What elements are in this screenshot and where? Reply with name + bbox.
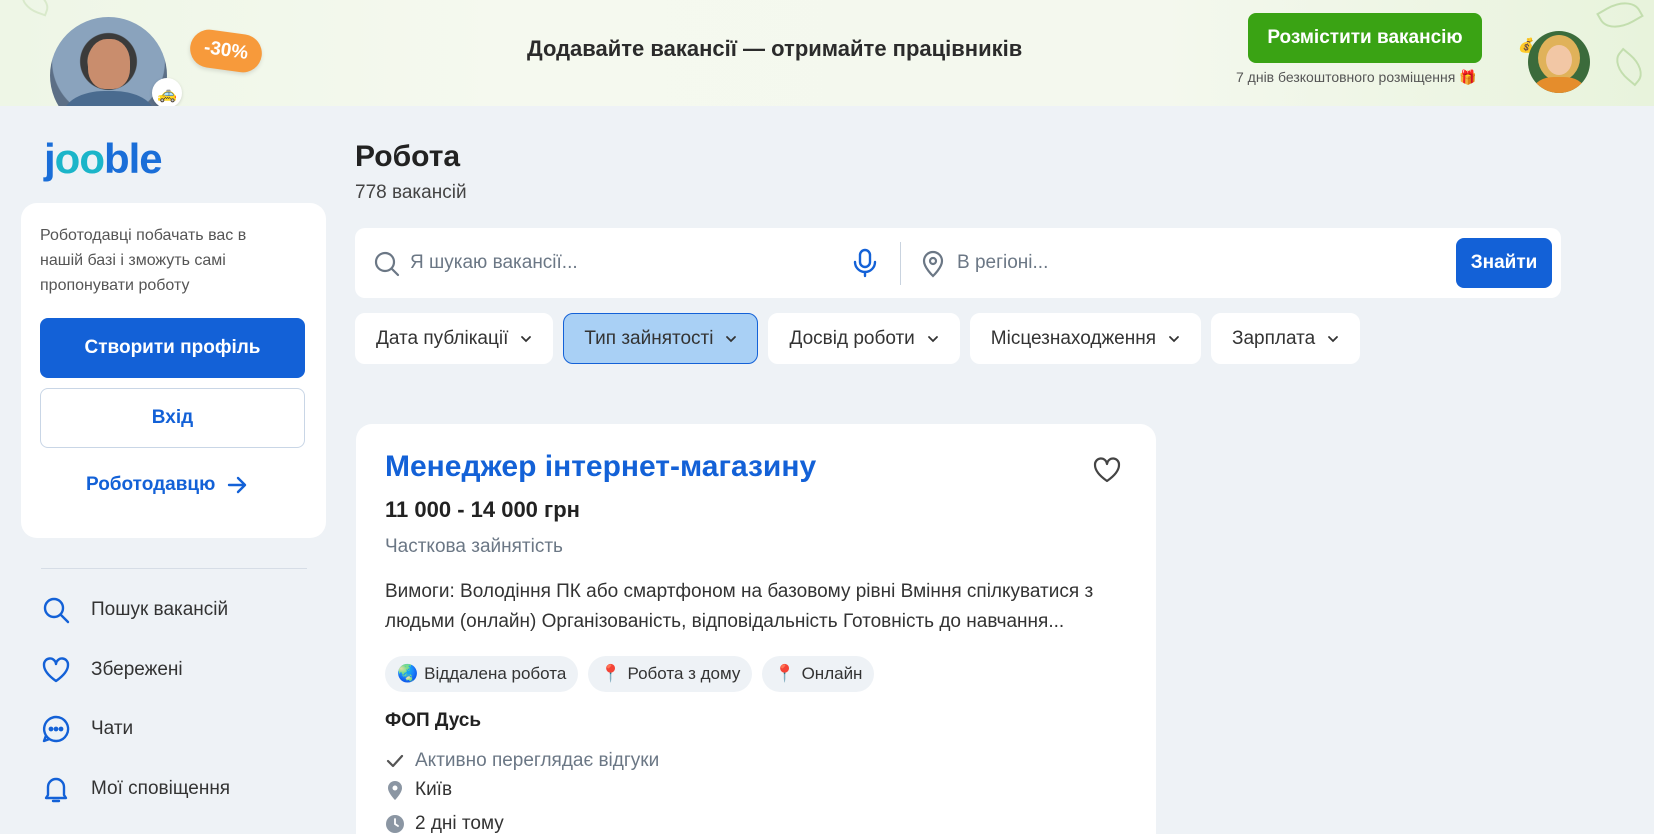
tag-label: Віддалена робота — [424, 664, 567, 683]
filter-experience[interactable]: Досвід роботи — [768, 313, 960, 364]
pushpin-icon: 📍 — [774, 664, 796, 683]
taxi-icon: 🚕 — [152, 78, 182, 106]
job-salary: 11 000 - 14 000 грн — [385, 497, 580, 522]
job-posted-date: 2 дні тому — [385, 813, 504, 834]
sidebar-divider — [41, 568, 307, 569]
chevron-down-icon — [927, 335, 938, 342]
chevron-down-icon — [1328, 335, 1339, 342]
bell-icon — [44, 777, 68, 803]
banner-headline: Додавайте вакансії — отримайте працівник… — [527, 36, 1023, 61]
job-location: Київ — [385, 779, 452, 801]
sidebar-item-search[interactable]: Пошук вакансій — [41, 595, 228, 625]
location-pin-icon — [922, 250, 944, 278]
sidebar-item-label: Пошук вакансій — [91, 599, 229, 620]
find-button[interactable]: Знайти — [1456, 238, 1552, 288]
promo-banner: 🚕 -30% Додавайте вакансії — отримайте пр… — [0, 0, 1654, 106]
filter-salary[interactable]: Зарплата — [1211, 313, 1361, 364]
location-pin-icon — [388, 781, 402, 800]
tag-online: 📍 Онлайн — [762, 656, 875, 692]
sidebar-item-label: Збережені — [91, 659, 183, 680]
search-divider — [900, 242, 901, 285]
sidebar-item-notifications[interactable]: Мої сповіщення — [41, 774, 230, 804]
employer-link[interactable]: Роботодавцю — [86, 473, 249, 497]
worker-photo — [1528, 31, 1590, 93]
heart-icon[interactable] — [1092, 456, 1122, 484]
search-icon — [374, 251, 400, 277]
heart-icon — [42, 657, 70, 683]
chevron-down-icon — [726, 335, 737, 342]
filter-label: Тип зайнятості — [584, 327, 714, 349]
chevron-down-icon — [521, 335, 532, 342]
tag-label: Онлайн — [801, 664, 863, 683]
tag-label: Робота з дому — [627, 664, 741, 683]
employer-link-label: Роботодавцю — [86, 474, 216, 495]
activity-label: Активно переглядає відгуки — [415, 750, 660, 771]
job-card[interactable]: Менеджер інтернет-магазину 11 000 - 14 0… — [356, 424, 1156, 834]
job-title-link[interactable]: Менеджер інтернет-магазину — [385, 450, 816, 484]
profile-card-description: Роботодавці побачать вас в нашій базі і … — [40, 227, 247, 294]
globe-icon: 🌏 — [397, 664, 419, 683]
pushpin-icon: 📍 — [600, 664, 622, 683]
tag-work-from-home: 📍 Робота з дому — [588, 656, 753, 692]
post-note: 7 днів безкоштовного розміщення 🎁 — [1236, 69, 1477, 85]
create-profile-button[interactable]: Створити профіль — [40, 318, 305, 378]
checkmark-icon — [386, 754, 404, 768]
leaf-decoration — [17, 0, 53, 17]
arrow-right-icon — [228, 476, 247, 494]
profile-card: Роботодавці побачать вас в нашій базі і … — [21, 203, 326, 538]
job-tags: 🌏 Віддалена робота 📍 Робота з дому 📍 Онл… — [385, 656, 875, 692]
vacancy-count: 778 вакансій — [355, 182, 467, 203]
tag-remote: 🌏 Віддалена робота — [385, 656, 579, 692]
company-name: ФОП Дусь — [385, 710, 482, 731]
post-vacancy-button[interactable]: Розмістити вакансію — [1248, 13, 1482, 63]
clock-icon — [386, 815, 404, 833]
filter-publication-date[interactable]: Дата публікації — [355, 313, 554, 364]
filter-label: Досвід роботи — [789, 327, 915, 349]
filter-bar: Дата публікації Тип зайнятості Досвід ро… — [355, 313, 1361, 364]
location-label: Київ — [415, 779, 453, 800]
driver-photo — [50, 17, 167, 106]
login-button[interactable]: Вхід — [40, 388, 305, 448]
sidebar-item-saved[interactable]: Збережені — [41, 655, 183, 685]
search-bar: Знайти — [355, 228, 1561, 298]
leaf-decoration — [1596, 0, 1644, 37]
job-employment-type: Часткова зайнятість — [385, 536, 563, 557]
discount-badge: -30% — [187, 27, 265, 75]
jooble-logo[interactable]: jooble — [44, 135, 163, 183]
employer-activity: Активно переглядає відгуки — [385, 750, 659, 772]
sidebar-item-chats[interactable]: Чати — [41, 714, 133, 744]
search-icon — [43, 597, 70, 624]
filter-label: Місцезнаходження — [990, 327, 1157, 349]
microphone-icon[interactable] — [852, 248, 878, 278]
chat-icon — [42, 715, 70, 743]
leaf-decoration — [1608, 47, 1650, 87]
job-description: Вимоги: Володіння ПК або смартфоном на б… — [385, 581, 1094, 632]
filter-label: Дата публікації — [376, 327, 509, 349]
posted-label: 2 дні тому — [415, 813, 504, 834]
sidebar-item-label: Чати — [91, 718, 134, 739]
keyword-search-input[interactable] — [410, 243, 840, 283]
filter-location[interactable]: Місцезнаходження — [969, 313, 1202, 364]
sidebar-item-label: Мої сповіщення — [91, 778, 231, 799]
region-search-input[interactable] — [957, 243, 1357, 283]
filter-employment-type[interactable]: Тип зайнятості — [563, 313, 759, 364]
page-title: Робота — [355, 140, 461, 173]
chevron-down-icon — [1169, 335, 1179, 342]
filter-label: Зарплата — [1232, 327, 1316, 349]
